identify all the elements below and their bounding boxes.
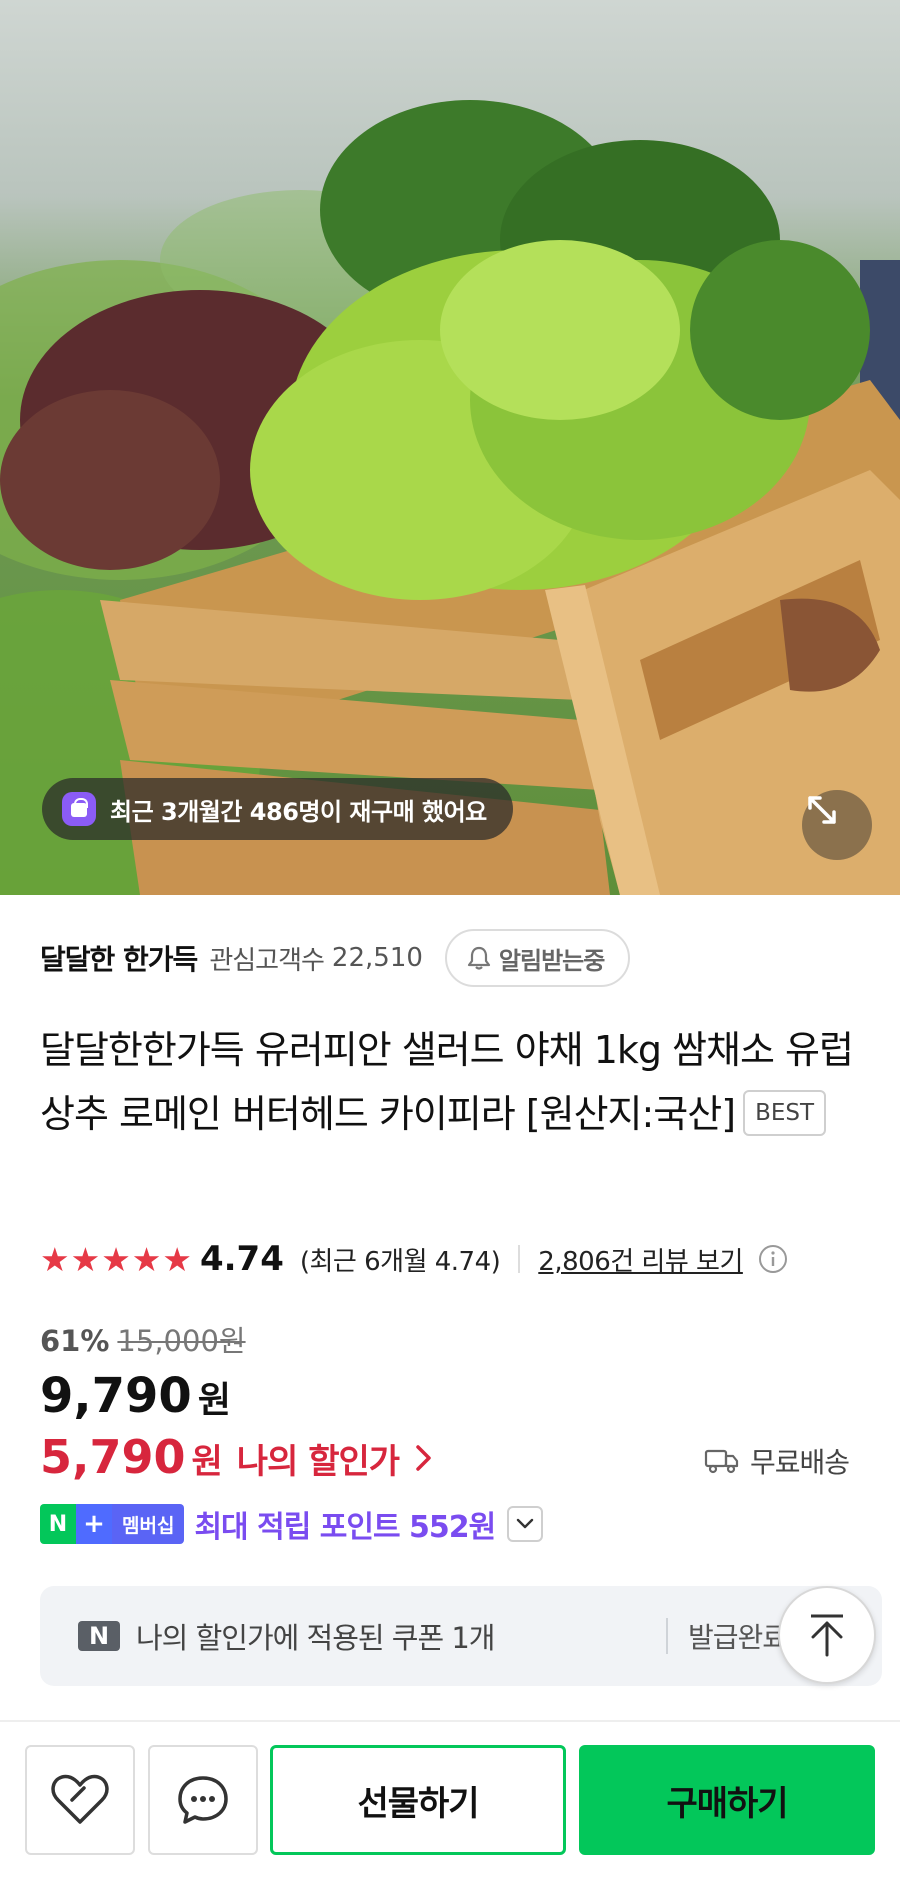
- product-title-text: 달달한한가득 유러피안 샐러드 야채 1kg 쌈채소 유럽 상추 로메인 버터헤…: [40, 1028, 854, 1136]
- original-price: 15,000원: [117, 1324, 246, 1358]
- divider: [666, 1618, 668, 1654]
- buy-button[interactable]: 구매하기: [579, 1745, 875, 1855]
- membership-points-row[interactable]: N + 멤버십 최대 적립 포인트 552원: [40, 1504, 544, 1545]
- my-discount-row[interactable]: 5,790 원 나의 할인가: [40, 1430, 435, 1484]
- star-icon: ★: [162, 1239, 192, 1279]
- expand-icon: [808, 796, 836, 824]
- naver-n-logo: N: [40, 1504, 76, 1544]
- repurchase-badge: 최근 3개월간 486명이 재구매 했어요: [42, 778, 513, 840]
- expand-image-button[interactable]: [802, 790, 872, 860]
- arrow-up-icon: [811, 1614, 843, 1657]
- product-title: 달달한한가득 유러피안 샐러드 야채 1kg 쌈채소 유럽 상추 로메인 버터헤…: [40, 1018, 860, 1146]
- discount-rate: 61%: [40, 1324, 110, 1358]
- star-icon: ★: [101, 1239, 131, 1279]
- bottom-action-bar: 선물하기 구매하기: [0, 1720, 900, 1890]
- rating-value: 4.74: [199, 1239, 284, 1279]
- salad-crate-illustration: [0, 100, 900, 895]
- plus-icon: +: [76, 1504, 112, 1544]
- info-icon[interactable]: [757, 1243, 789, 1275]
- gift-button[interactable]: 선물하기: [270, 1745, 566, 1855]
- truck-icon: [704, 1449, 739, 1474]
- bell-icon: [467, 946, 491, 970]
- product-hero-image[interactable]: 최근 3개월간 486명이 재구매 했어요: [0, 0, 900, 895]
- shipping-text: 무료배송: [750, 1446, 850, 1479]
- discount-row: 61% 15,000원: [40, 1318, 246, 1360]
- naver-n-icon: N: [78, 1621, 120, 1651]
- sale-price: 9,790: [40, 1368, 192, 1424]
- price-row: 9,790 원: [40, 1368, 231, 1424]
- chat-bubble-icon: [178, 1776, 228, 1824]
- my-discount-label: 나의 할인가: [236, 1442, 400, 1482]
- chevron-down-icon: [517, 1518, 534, 1529]
- divider: [518, 1245, 521, 1273]
- my-discount-price: 5,790: [40, 1430, 186, 1484]
- star-icon: ★: [70, 1239, 101, 1279]
- star-rating: ★ ★ ★ ★ ★: [40, 1243, 192, 1276]
- talk-button[interactable]: [148, 1745, 258, 1855]
- store-row: 달달한 한가득 관심고객수 22,510 알림받는중: [40, 928, 631, 988]
- watchers-count: 22,510: [331, 943, 423, 973]
- coupon-banner[interactable]: N 나의 할인가에 적용된 쿠폰 1개 발급완료: [40, 1586, 882, 1686]
- my-discount-unit: 원: [191, 1442, 223, 1482]
- rating-row: ★ ★ ★ ★ ★ 4.74 (최근 6개월 4.74) 2,806건 리뷰 보…: [40, 1236, 789, 1282]
- shipping-info: 무료배송: [704, 1441, 850, 1481]
- notify-button[interactable]: 알림받는중: [444, 929, 631, 987]
- points-text: 최대 적립 포인트 552원: [194, 1510, 496, 1545]
- repurchase-text: 최근 3개월간 486명이 재구매 했어요: [110, 797, 487, 826]
- watchers-label: 관심고객수: [209, 945, 325, 976]
- store-name[interactable]: 달달한 한가득: [40, 938, 198, 978]
- coupon-text: 나의 할인가에 적용된 쿠폰 1개: [136, 1621, 495, 1655]
- scroll-to-top-button[interactable]: [778, 1586, 876, 1684]
- wishlist-button[interactable]: [25, 1745, 135, 1855]
- reviews-link[interactable]: 2,806건 리뷰 보기: [538, 1241, 743, 1278]
- best-badge: BEST: [743, 1089, 827, 1136]
- star-icon: ★: [131, 1239, 162, 1279]
- star-icon: ★: [40, 1239, 70, 1279]
- notify-label: 알림받는중: [498, 946, 605, 975]
- naver-membership-badge: N + 멤버십: [40, 1504, 185, 1544]
- chevron-right-icon: [416, 1445, 431, 1471]
- heart-icon: [51, 1774, 109, 1824]
- sale-price-unit: 원: [197, 1380, 231, 1421]
- membership-label: 멤버십: [112, 1504, 185, 1544]
- points-dropdown-button[interactable]: [507, 1506, 544, 1542]
- shopping-bag-icon: [62, 792, 96, 826]
- rating-recent: (최근 6개월 4.74): [299, 1246, 501, 1277]
